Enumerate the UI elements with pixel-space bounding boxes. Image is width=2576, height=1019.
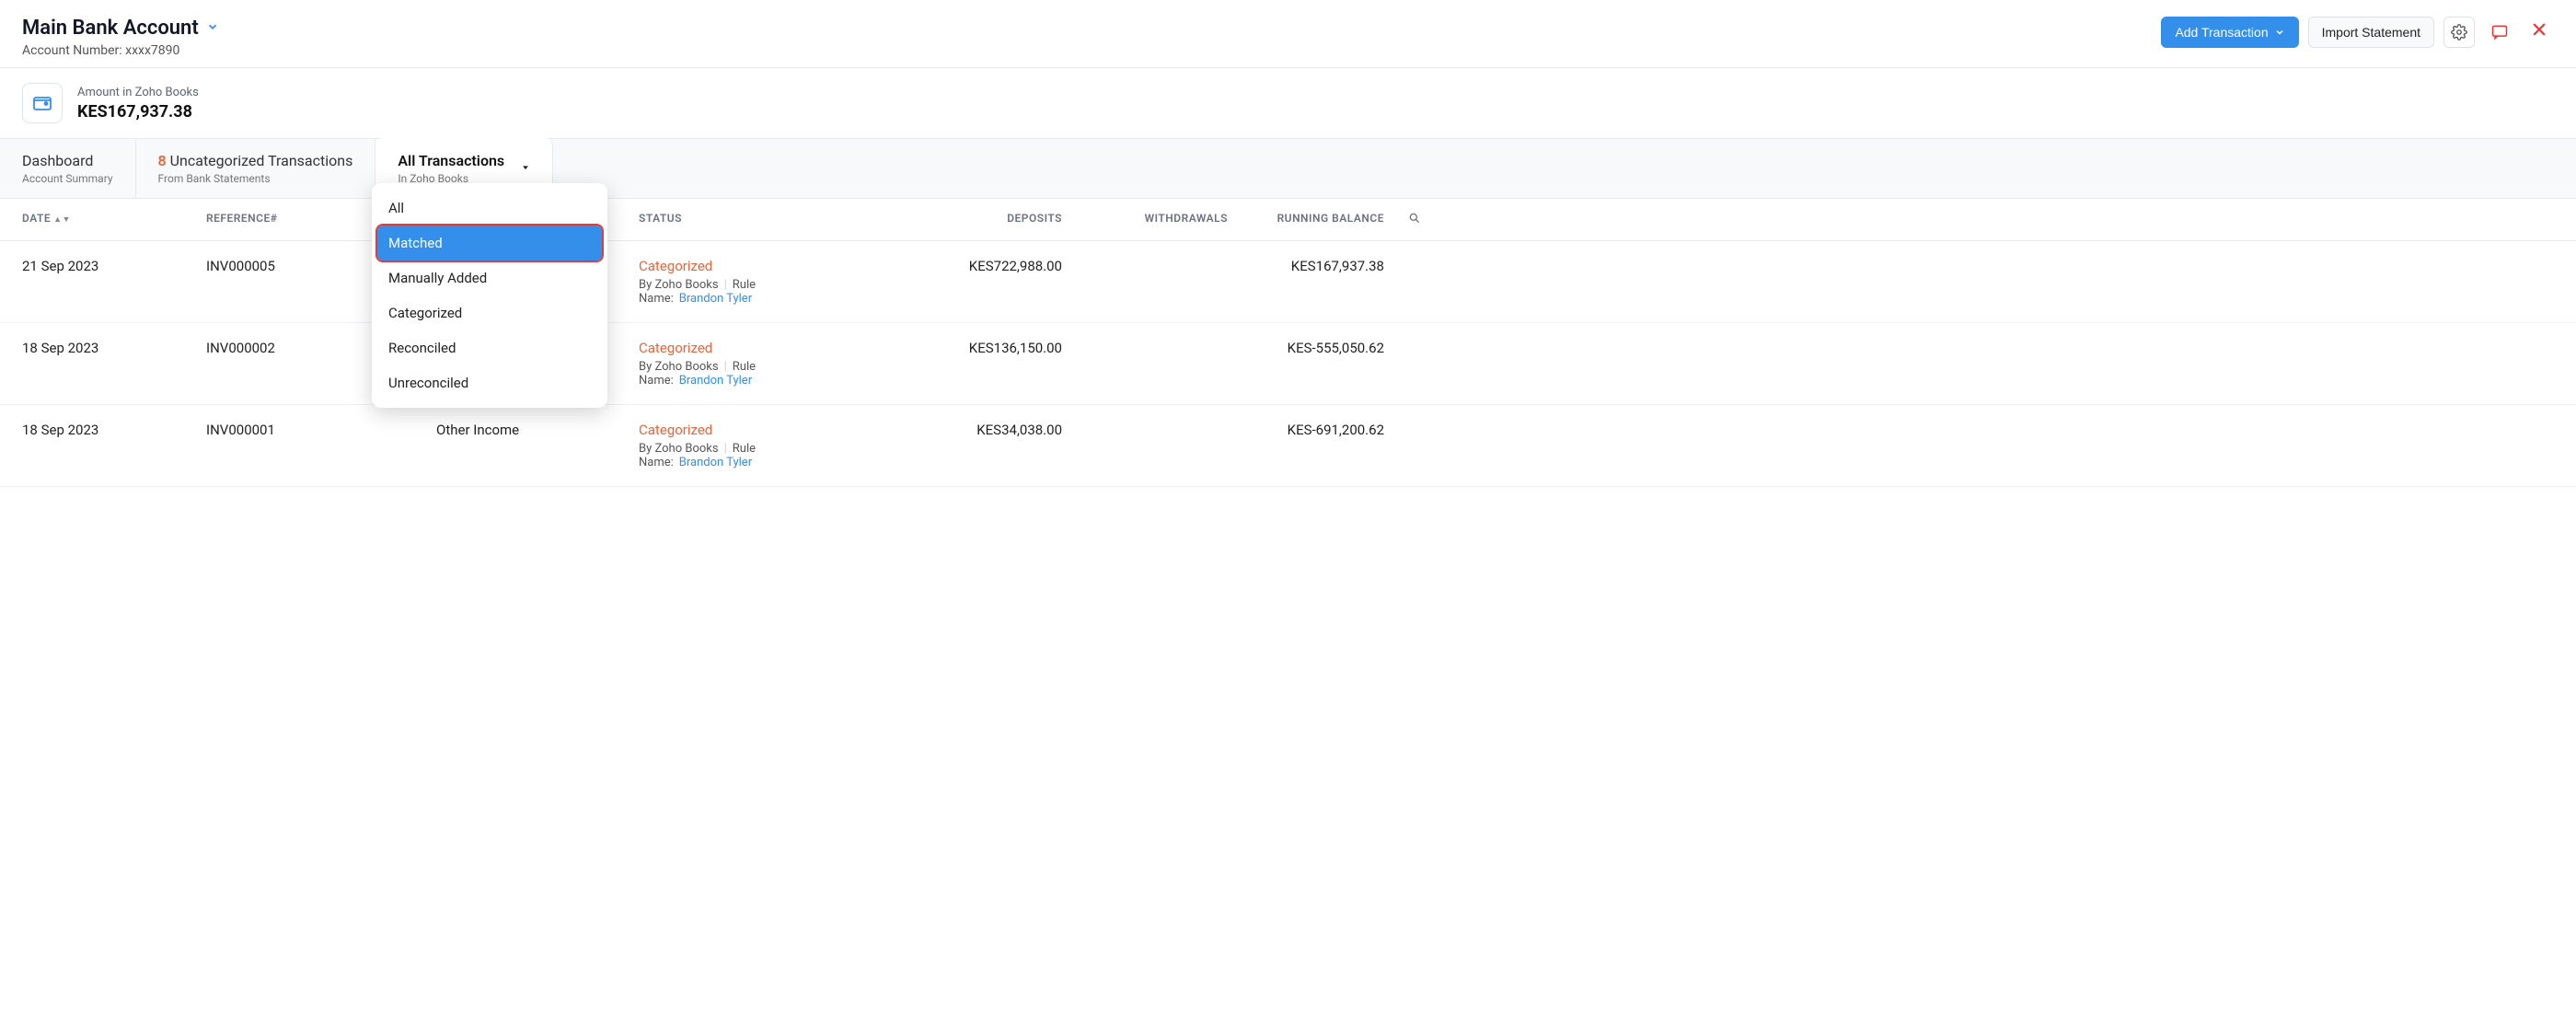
import-statement-label: Import Statement	[2322, 25, 2420, 40]
cell-date: 18 Sep 2023	[22, 340, 206, 356]
col-deposits[interactable]: Deposits	[906, 212, 1062, 227]
cell-status: CategorizedBy Zoho Books|RuleName: Brand…	[639, 340, 906, 388]
chat-button[interactable]	[2484, 17, 2515, 48]
status-name-label: Name:	[639, 456, 674, 469]
table-search[interactable]	[1384, 212, 1421, 227]
col-status[interactable]: Status	[639, 212, 906, 227]
status-name-link[interactable]: Brandon Tyler	[679, 374, 752, 388]
cell-date: 21 Sep 2023	[22, 258, 206, 274]
cell-date: 18 Sep 2023	[22, 422, 206, 438]
add-transaction-label: Add Transaction	[2175, 25, 2268, 40]
close-button[interactable]	[2524, 20, 2554, 44]
import-statement-button[interactable]: Import Statement	[2308, 17, 2434, 48]
col-date[interactable]: Date▲▼	[22, 212, 206, 227]
status-rule: Rule	[733, 360, 756, 374]
cell-running: KES167,937.38	[1228, 258, 1384, 274]
view-tabs: Dashboard Account Summary 8 Uncategorize…	[0, 138, 2576, 199]
status-value: Categorized	[639, 258, 906, 274]
search-icon	[1408, 212, 1421, 225]
filter-dropdown: AllMatchedManually AddedCategorizedRecon…	[372, 183, 607, 408]
status-rule: Rule	[733, 442, 756, 456]
balance-summary: Amount in Zoho Books KES167,937.38	[0, 68, 2576, 138]
page-header: Main Bank Account Account Number: xxxx78…	[0, 0, 2576, 68]
balance-label: Amount in Zoho Books	[77, 86, 199, 99]
table-row[interactable]: 18 Sep 2023INV000001Other IncomeCategori…	[0, 405, 2576, 487]
uncategorized-count: 8	[158, 152, 167, 169]
filter-option-unreconciled[interactable]: Unreconciled	[377, 365, 602, 400]
tab-dashboard-sub: Account Summary	[22, 172, 113, 185]
balance-value: KES167,937.38	[77, 102, 199, 122]
col-running[interactable]: Running Balance	[1228, 212, 1384, 227]
cell-deposits: KES34,038.00	[906, 422, 1062, 438]
cell-type: Other Income	[436, 422, 639, 438]
col-withdrawals[interactable]: Withdrawals	[1062, 212, 1228, 227]
cell-deposits: KES722,988.00	[906, 258, 1062, 274]
status-name-label: Name:	[639, 292, 674, 306]
add-transaction-button[interactable]: Add Transaction	[2161, 17, 2298, 48]
cell-deposits: KES136,150.00	[906, 340, 1062, 356]
status-name-label: Name:	[639, 374, 674, 388]
status-name-link[interactable]: Brandon Tyler	[679, 456, 752, 469]
tab-uncategorized[interactable]: 8 Uncategorized Transactions From Bank S…	[136, 139, 376, 198]
caret-down-icon[interactable]	[521, 161, 530, 176]
gear-icon	[2451, 24, 2467, 41]
status-value: Categorized	[639, 422, 906, 438]
chevron-down-icon[interactable]	[206, 19, 219, 37]
tab-dashboard-title: Dashboard	[22, 152, 113, 169]
filter-option-manually-added[interactable]: Manually Added	[377, 261, 602, 295]
filter-option-categorized[interactable]: Categorized	[377, 295, 602, 330]
cell-running: KES-691,200.62	[1228, 422, 1384, 438]
cell-status: CategorizedBy Zoho Books|RuleName: Brand…	[639, 258, 906, 306]
settings-button[interactable]	[2443, 17, 2475, 48]
chat-icon	[2490, 23, 2509, 41]
tab-dashboard[interactable]: Dashboard Account Summary	[0, 139, 136, 198]
cell-reference: INV000001	[206, 422, 436, 438]
tab-uncategorized-title: Uncategorized Transactions	[170, 152, 353, 169]
status-name-link[interactable]: Brandon Tyler	[679, 292, 752, 306]
close-icon	[2530, 20, 2548, 39]
account-number: Account Number: xxxx7890	[22, 43, 219, 58]
filter-option-all[interactable]: All	[377, 191, 602, 226]
filter-option-matched[interactable]: Matched	[377, 226, 602, 261]
status-value: Categorized	[639, 340, 906, 356]
cell-status: CategorizedBy Zoho Books|RuleName: Brand…	[639, 422, 906, 469]
status-by: By Zoho Books	[639, 360, 719, 374]
tab-all-title: All Transactions	[398, 152, 504, 169]
status-by: By Zoho Books	[639, 442, 719, 456]
wallet-icon	[22, 83, 63, 123]
chevron-down-icon	[2274, 27, 2285, 38]
sort-icon: ▲▼	[53, 215, 71, 225]
tab-uncategorized-sub: From Bank Statements	[158, 172, 353, 185]
status-by: By Zoho Books	[639, 278, 719, 292]
status-rule: Rule	[733, 278, 756, 292]
cell-running: KES-555,050.62	[1228, 340, 1384, 356]
account-title[interactable]: Main Bank Account	[22, 17, 199, 40]
filter-option-reconciled[interactable]: Reconciled	[377, 330, 602, 365]
